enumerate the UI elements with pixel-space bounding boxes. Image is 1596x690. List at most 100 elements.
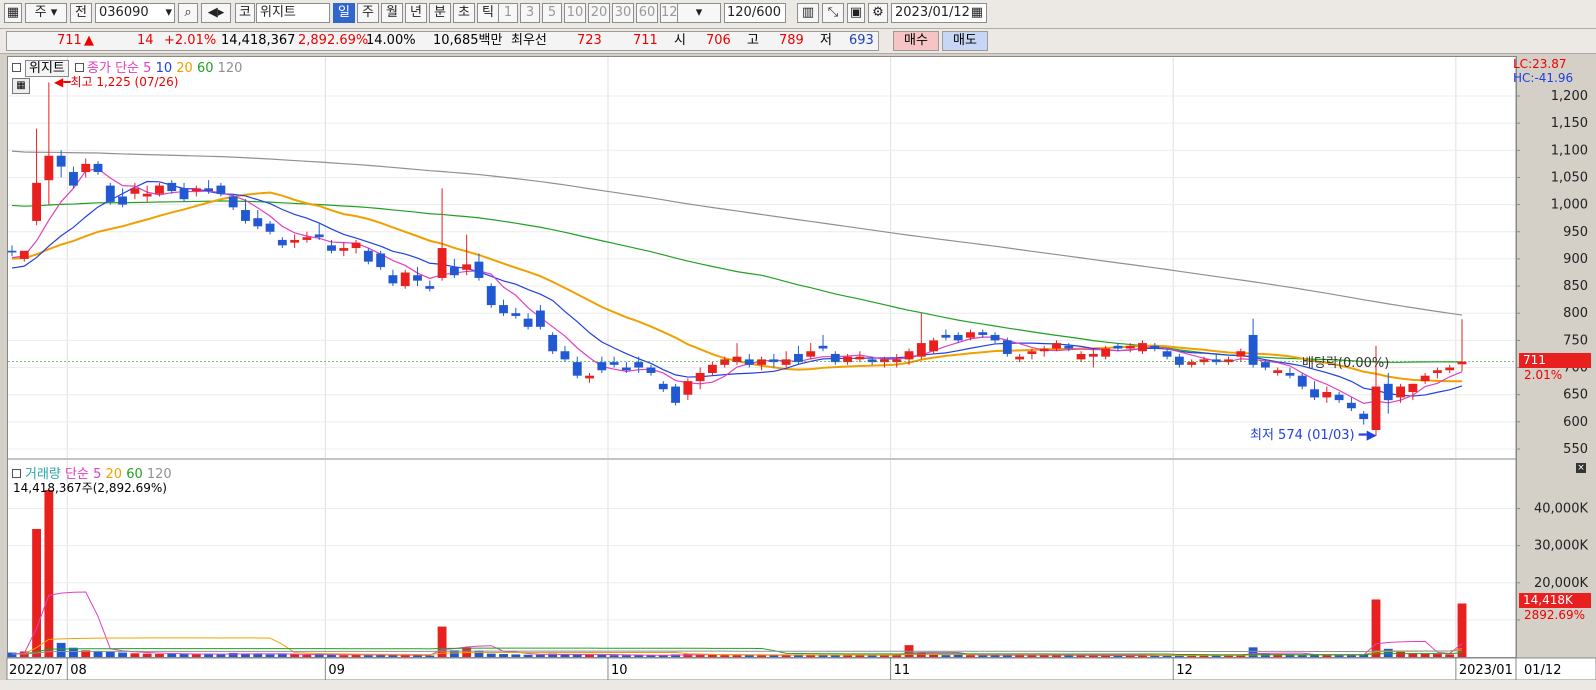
candle-body <box>1310 389 1319 398</box>
candle-body <box>265 223 275 232</box>
candle-body <box>794 353 803 363</box>
candle-body <box>1002 340 1012 354</box>
price-tick-label: 900 <box>1563 252 1588 267</box>
candle-body <box>1174 356 1184 365</box>
candle-body <box>585 375 594 379</box>
legend-ma20: 20 <box>176 61 193 76</box>
candle-body <box>1346 402 1356 409</box>
volume-bar <box>1396 651 1405 657</box>
volume-bar <box>130 653 140 657</box>
candle-body <box>572 362 582 376</box>
volume-bar <box>363 655 373 657</box>
price-tick-label: 950 <box>1563 225 1588 240</box>
volume-bar <box>327 654 336 657</box>
candle-body <box>904 351 914 360</box>
candle-body <box>646 367 656 373</box>
table-icon[interactable]: ▦ <box>12 78 30 94</box>
price-tick-label: 1,200 <box>1551 89 1588 104</box>
candle-body <box>658 383 668 390</box>
candle-body <box>155 185 164 194</box>
volume-bar <box>265 654 275 657</box>
volume-bar <box>867 655 877 657</box>
ma120-line <box>11 150 1463 316</box>
candle-body <box>93 163 103 173</box>
candle-body <box>757 359 766 365</box>
volume-bar <box>1445 654 1455 657</box>
x-axis-right-label: 01/12 <box>1524 663 1562 678</box>
min-label: 최저 574 (01/03) <box>1250 428 1355 443</box>
candle-body <box>400 272 410 287</box>
volume-tick-label: 20,000K <box>1534 576 1588 591</box>
volume-bar <box>511 654 521 657</box>
candle-body <box>781 359 791 365</box>
candle-body <box>1433 370 1442 373</box>
bottom-scrollbar <box>0 680 1596 690</box>
left-arrow-icon: ◀━ <box>54 75 71 89</box>
candle-body <box>351 242 361 249</box>
volume-bar <box>929 654 939 657</box>
candle-body <box>1408 383 1418 392</box>
volume-ma5-line <box>11 591 1463 656</box>
volume-toggle-icon[interactable] <box>12 469 21 478</box>
candle-body <box>1027 351 1037 354</box>
candle-body <box>302 237 312 240</box>
candle-body <box>7 250 17 253</box>
panel-toggle-icon[interactable] <box>12 63 21 72</box>
price-tick-label: 1,000 <box>1551 198 1588 213</box>
candle-body <box>1334 394 1344 401</box>
price-tick-label: 750 <box>1563 333 1588 348</box>
candle-body <box>708 364 717 373</box>
volume-tick-label: 40,000K <box>1534 502 1588 517</box>
candle-body <box>818 345 828 349</box>
volume-bar <box>474 650 484 657</box>
volume-bar <box>425 655 435 657</box>
candle-body <box>548 334 558 352</box>
candle-body <box>683 381 693 395</box>
x-tick-label-6: 2023/01 <box>1458 663 1513 678</box>
volume-bar <box>585 654 594 657</box>
candle-body <box>339 248 349 251</box>
candle-body <box>56 155 66 167</box>
candle-body <box>1138 343 1147 352</box>
volume-bar <box>1383 648 1393 657</box>
candle-body <box>597 362 607 371</box>
volume-bar <box>1297 655 1307 657</box>
close-icon[interactable]: × <box>1576 463 1586 473</box>
candle-body <box>1420 375 1430 382</box>
candle-body <box>388 275 398 284</box>
price-tick-label: 850 <box>1563 279 1588 294</box>
price-tick-label: 1,050 <box>1551 170 1588 185</box>
volume-bar <box>486 653 496 657</box>
right-arrow-icon: ━▶ <box>1354 428 1377 443</box>
candle-body <box>1457 361 1467 365</box>
candle-body <box>486 286 496 306</box>
volume-bar <box>105 651 115 657</box>
volume-bar <box>966 655 975 657</box>
candle-body <box>1322 391 1332 398</box>
candle-body <box>744 359 754 365</box>
candle-body <box>19 250 29 259</box>
candle-body <box>990 334 1000 341</box>
candle-body <box>32 182 41 221</box>
candle-body <box>621 367 631 371</box>
legend-toggle-icon[interactable] <box>75 63 85 72</box>
max-label: 최고 1,225 (07/26) <box>70 75 179 89</box>
volume-bar <box>708 654 717 657</box>
candle-body <box>253 218 263 227</box>
volume-bar <box>597 654 607 657</box>
stock-chart[interactable]: 5506006507007508008509009501,0001,0501,1… <box>0 0 1596 690</box>
volume-readout: 14,418,367주(2,892.69%) <box>13 481 167 495</box>
x-axis-bar <box>6 657 1517 681</box>
candle-body <box>966 332 975 338</box>
volume-tick-label: 30,000K <box>1534 539 1588 554</box>
candle-body <box>499 305 508 314</box>
candle-body <box>44 155 54 181</box>
price-tick-label: 1,150 <box>1551 116 1588 131</box>
volume-bar <box>1433 654 1442 657</box>
candle-body <box>1273 370 1283 373</box>
candle-body <box>69 172 78 186</box>
candle-body <box>1064 345 1074 349</box>
volume-bar <box>277 654 287 657</box>
candle-body <box>1088 353 1098 357</box>
x-tick-label-0: 2022/07 <box>9 663 64 678</box>
